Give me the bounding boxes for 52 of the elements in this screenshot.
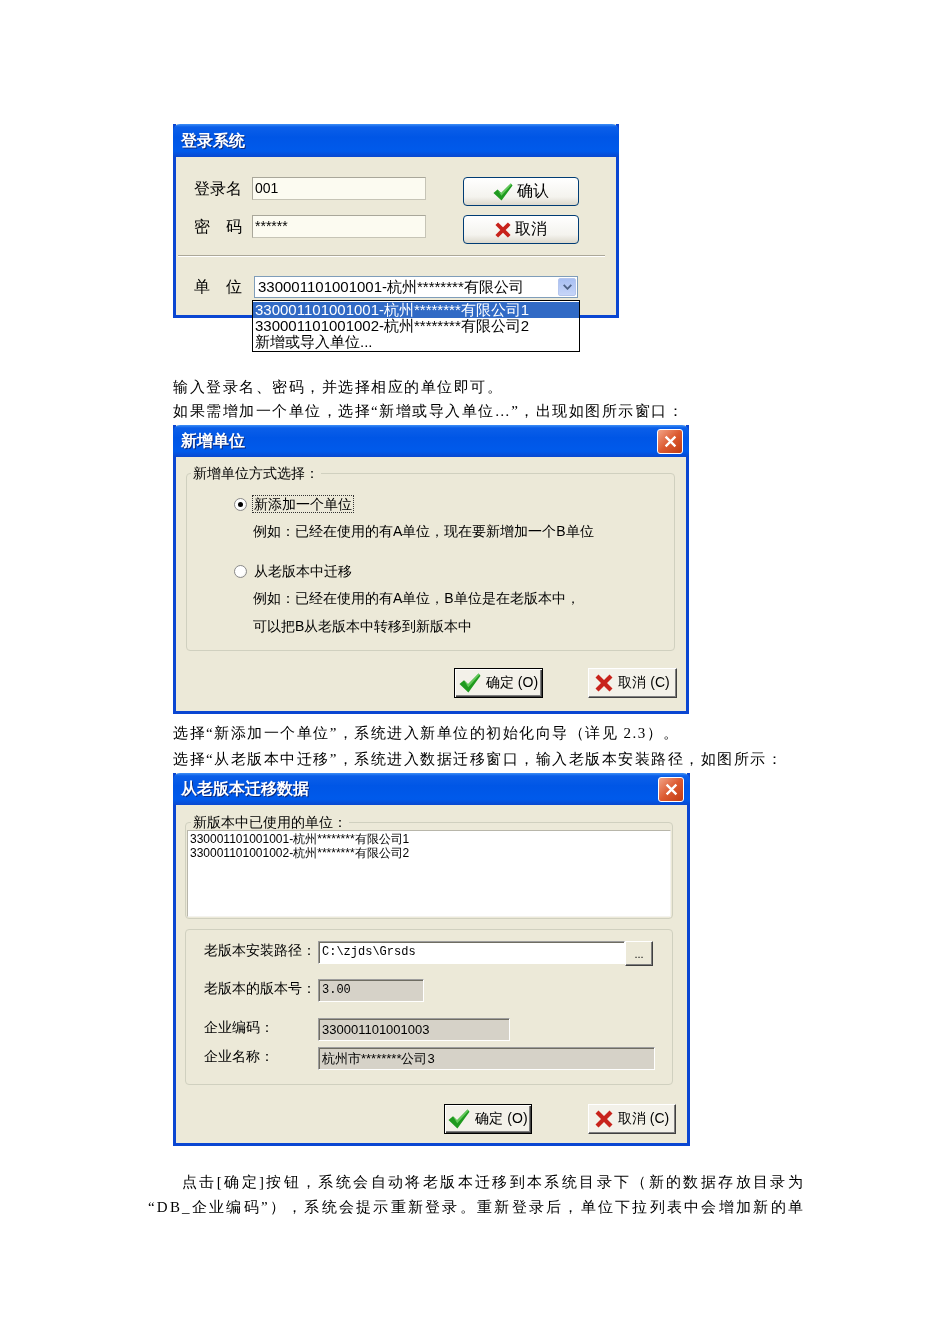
list-item[interactable]: 330001101001002-杭州********有限公司2 [190,846,670,860]
cross-icon [495,221,511,238]
hint-text: 例如：已经在使用的有A单位，现在要新增加一个B单位 [253,522,594,541]
dropdown-option[interactable]: 330001101001001-杭州********有限公司1 [253,302,579,318]
hint-text: 可以把B从老版本中转移到新版本中 [253,617,473,636]
check-icon [493,182,513,201]
radio-label[interactable]: 新添加一个单位 [252,495,354,513]
text-field[interactable]: 001 [252,177,426,200]
browse-button[interactable]: ... [625,941,653,966]
close-icon [663,434,677,448]
hint-text: 例如：已经在使用的有A单位，B单位是在老版本中， [253,589,580,608]
field-label: 企业编码： [204,1018,275,1035]
dropdown-option[interactable]: 330001101001002-杭州********有限公司2 [253,318,579,334]
field-label: 老版本的版本号： [204,979,317,996]
body-text: 选择“从老版本中迁移”，系统进入数据迁移窗口，输入老版本安装路径，如图所示： [172,750,784,769]
field-label: 登录名 [194,178,243,199]
body-paragraph: 点击[确定]按钮，系统会自动将老版本迁移到本系统目录下（新的数据存放目录为“DB_企业编码”），系统会提示重新登录。重新登录后，单位下拉列表中会增加新的单 [148,1173,805,1217]
ok-button[interactable]: 确定 (O) [454,668,543,698]
cancel-button[interactable]: 取消 [463,215,579,244]
dropdown-button[interactable] [558,278,576,296]
field-label: 密 码 [194,216,243,237]
cross-icon [595,674,614,692]
check-icon [458,673,481,693]
cross-icon [594,1110,613,1128]
close-button[interactable] [658,776,684,802]
check-icon [448,1109,471,1129]
radio-label[interactable]: 从老版本中迁移 [252,562,354,580]
list-item[interactable]: 330001101001001-杭州********有限公司1 [190,832,670,846]
close-button[interactable] [657,428,683,454]
dropdown-option[interactable]: 新增或导入单位... [253,334,579,350]
text-field[interactable]: C:\zjds\Grsds [318,941,625,964]
body-text: 如果需增加一个单位，选择“新增或导入单位…”，出现如图所示窗口： [172,402,685,421]
group-title: 新版本中已使用的单位： [192,814,348,830]
text-field[interactable]: ****** [252,215,426,238]
unit-dropdown[interactable]: 330001101001001-杭州********有限公司 [254,276,578,298]
body-text: 输入登录名、密码，并选择相应的单位即可。 [172,378,503,397]
ok-button[interactable]: 确定 (O) [444,1104,532,1134]
dialog-title: 新增单位 [181,431,245,451]
close-icon [664,782,678,796]
body-text: 选择“新添加一个单位”，系统进入新单位的初始化向导（详见 2.3）。 [172,724,680,743]
field-label: 单 位 [194,277,243,297]
field-label: 企业名称： [204,1047,275,1064]
cancel-button[interactable]: 取消 (C) [588,668,677,698]
dialog-title: 从老版本迁移数据 [181,779,309,799]
radio-button[interactable] [234,564,247,578]
group-title: 新增单位方式选择： [192,465,320,481]
ok-button[interactable]: 确认 [463,177,579,206]
field-label: 老版本安装路径： [204,941,317,958]
dialog-title: 登录系统 [181,130,245,151]
cancel-button[interactable]: 取消 (C) [588,1104,676,1134]
chevron-down-icon [562,284,572,290]
radio-button[interactable] [234,497,247,511]
